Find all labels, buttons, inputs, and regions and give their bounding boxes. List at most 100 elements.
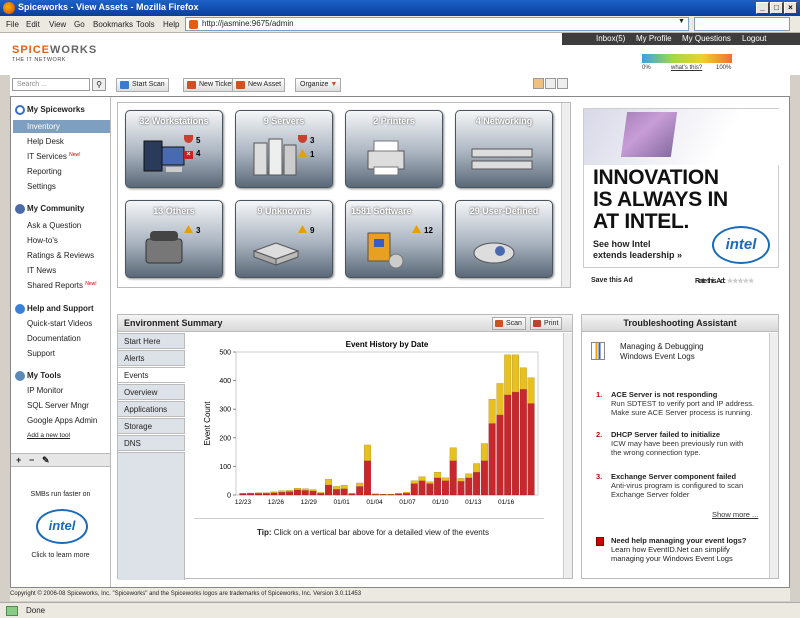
tile-software[interactable]: 1581 Software 12 xyxy=(345,200,443,278)
close-button[interactable]: × xyxy=(784,2,797,14)
spiceworks-logo[interactable]: SPICEWORKS THE IT NETWORK xyxy=(12,44,97,63)
help-line-1: Learn how EventID.Net can simplify xyxy=(611,545,730,554)
tab-start-here[interactable]: Start Here xyxy=(118,333,185,349)
printer-icon xyxy=(367,140,405,176)
tile-user-defined[interactable]: 29 User-Defined xyxy=(455,200,553,278)
menu-view[interactable]: View xyxy=(49,20,66,29)
bar-lower xyxy=(364,460,371,496)
trouble-item[interactable]: 1. ACE Server is not responding Run SDTEST… xyxy=(596,390,766,417)
new-asset-button[interactable]: New Asset xyxy=(232,78,286,92)
show-more-link[interactable]: Show more ... xyxy=(712,510,758,519)
browser-search-input[interactable] xyxy=(694,17,790,31)
bar-upper xyxy=(504,354,512,396)
help-text[interactable]: Need help managing your event logs? Lear… xyxy=(611,536,771,563)
intel-advertisement[interactable]: INNOVATION IS ALWAYS IN AT INTEL. See ho… xyxy=(583,108,780,268)
organize-dropdown[interactable]: Organize ▼ xyxy=(295,78,342,92)
sidebar-item-ip-monitor[interactable]: IP Monitor xyxy=(27,386,63,395)
learn-more-link[interactable]: Click to learn more xyxy=(11,552,110,559)
print-button[interactable]: Print xyxy=(530,317,563,330)
search-input[interactable]: Search ... xyxy=(12,78,90,91)
menu-tools[interactable]: Tools xyxy=(136,20,155,29)
address-bar[interactable]: http://jasmine:9675/admin xyxy=(185,17,689,31)
x-tick-label: 01/16 xyxy=(498,499,515,506)
sidebar-item-inventory[interactable]: Inventory xyxy=(13,120,110,133)
tile-workstations[interactable]: 32 Workstations 5 × 4 xyxy=(125,110,223,188)
bar-lower xyxy=(473,471,481,496)
my-profile-link[interactable]: My Profile xyxy=(636,33,672,45)
scan-button[interactable]: Scan xyxy=(492,317,526,330)
save-ad-link[interactable]: Save this Ad xyxy=(591,277,633,284)
sidebar-item-shared-reports[interactable]: Shared Reports New! xyxy=(27,281,97,290)
menu-file[interactable]: File xyxy=(6,20,19,29)
event-history-chart[interactable]: Event History by Date 0 100 200 300 400 500 Eve… xyxy=(188,335,548,520)
badge-count: 5 xyxy=(196,136,201,145)
sidebar-item-support[interactable]: Support xyxy=(27,349,55,358)
add-tool-link[interactable]: Add a new tool xyxy=(27,432,70,439)
star-rating-icon[interactable]: ★★★★★ xyxy=(727,278,754,285)
edit-icon[interactable]: ✎ xyxy=(42,455,50,466)
sidebar-section-help-support[interactable]: Help and Support xyxy=(13,304,94,314)
tab-dns[interactable]: DNS xyxy=(118,435,185,451)
start-scan-button[interactable]: Start Scan xyxy=(116,78,169,92)
logout-link[interactable]: Logout xyxy=(742,33,766,45)
tile-networking[interactable]: 4 Networking xyxy=(455,110,553,188)
tile-unknowns[interactable]: 9 Unknowns 9 xyxy=(235,200,333,278)
error-icon: × xyxy=(184,151,193,159)
trouble-item[interactable]: 3. Exchange Server component failed Anti-v… xyxy=(596,472,766,499)
tab-events[interactable]: Events xyxy=(118,367,185,383)
detail-view-icon[interactable] xyxy=(557,78,568,89)
menu-go[interactable]: Go xyxy=(74,20,85,29)
menu-bookmarks[interactable]: Bookmarks xyxy=(93,20,133,29)
tab-alerts[interactable]: Alerts xyxy=(118,350,185,366)
tile-servers[interactable]: 9 Servers 3 1 xyxy=(235,110,333,188)
sidebar-item-google-apps[interactable]: Google Apps Admin xyxy=(27,416,97,425)
sidebar-item-it-services[interactable]: IT Services New! xyxy=(27,152,81,161)
add-icon[interactable]: + xyxy=(16,455,21,465)
intel-logo[interactable]: intel xyxy=(36,509,88,544)
item-desc: Exchange Server folder xyxy=(611,490,690,499)
bar-upper xyxy=(278,490,286,493)
menu-edit[interactable]: Edit xyxy=(26,20,40,29)
sidebar-item-howtos[interactable]: How-to's xyxy=(27,236,58,245)
tile-view-icon[interactable] xyxy=(533,78,544,89)
tab-overview[interactable]: Overview xyxy=(118,384,185,400)
tab-storage[interactable]: Storage xyxy=(118,418,185,434)
chevron-down-icon[interactable]: ▼ xyxy=(676,18,687,29)
search-icon[interactable]: ⚲ xyxy=(92,78,106,91)
sidebar-section-my-tools[interactable]: My Tools xyxy=(13,371,61,381)
error-badge: × 4 xyxy=(184,149,200,159)
inbox-link[interactable]: Inbox(5) xyxy=(596,33,625,45)
tab-applications[interactable]: Applications xyxy=(118,401,185,417)
tile-others[interactable]: 13 Others 3 xyxy=(125,200,223,278)
trouble-item[interactable]: 2. DHCP Server failed to initialize ICW ma… xyxy=(596,430,766,457)
sidebar-item-videos[interactable]: Quick-start Videos xyxy=(27,319,92,328)
sidebar-section-my-spiceworks[interactable]: My Spiceworks xyxy=(13,105,85,115)
list-view-icon[interactable] xyxy=(545,78,556,89)
maximize-button[interactable]: □ xyxy=(770,2,783,14)
warning-icon xyxy=(412,225,421,233)
favicon-icon xyxy=(189,20,198,29)
sidebar-item-ask-question[interactable]: Ask a Question xyxy=(27,221,81,230)
new-ticket-button[interactable]: New Ticket xyxy=(183,78,238,92)
app-header: SPICEWORKS THE IT NETWORK Inbox(5) My Pr… xyxy=(0,33,800,75)
projector-icon xyxy=(473,242,515,264)
item-desc: ICW may have been previously run with xyxy=(611,439,744,448)
sidebar-item-reporting[interactable]: Reporting xyxy=(27,167,62,176)
my-questions-link[interactable]: My Questions xyxy=(682,33,731,45)
sidebar-item-sql-server[interactable]: SQL Server Mngr xyxy=(27,401,89,410)
tile-printers[interactable]: 2 Printers xyxy=(345,110,443,188)
sidebar-item-it-news[interactable]: IT News xyxy=(27,266,56,275)
remove-icon[interactable]: − xyxy=(29,455,34,465)
whats-this-link[interactable]: what's this? xyxy=(671,65,702,71)
bar-upper xyxy=(496,383,504,416)
sidebar-item-ratings[interactable]: Ratings & Reviews xyxy=(27,251,94,260)
sidebar-item-documentation[interactable]: Documentation xyxy=(27,334,81,343)
doc-title[interactable]: Managing & Debugging Windows Event Logs xyxy=(620,342,704,362)
minimize-button[interactable]: _ xyxy=(756,2,769,14)
sidebar-section-my-community[interactable]: My Community xyxy=(13,204,84,214)
sidebar-item-help-desk[interactable]: Help Desk xyxy=(27,137,64,146)
menu-help[interactable]: Help xyxy=(163,20,179,29)
scrollbar[interactable] xyxy=(561,103,570,287)
scrollbar[interactable] xyxy=(563,333,572,578)
sidebar-item-settings[interactable]: Settings xyxy=(27,182,56,191)
